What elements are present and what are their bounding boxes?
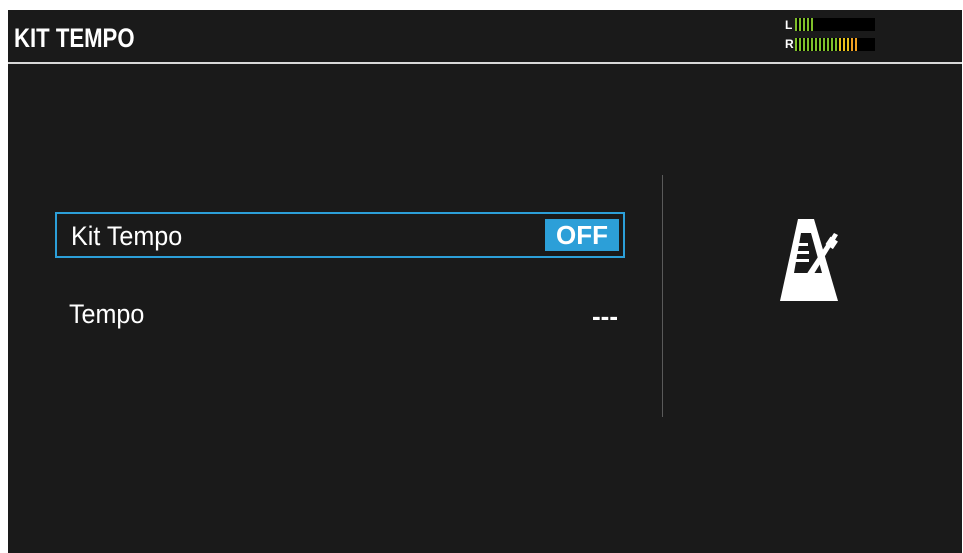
metronome-icon	[780, 219, 838, 301]
param-row-kit-tempo[interactable]: Kit Tempo OFF	[55, 212, 625, 258]
meter-right-segment	[831, 38, 833, 51]
param-label: Tempo	[69, 299, 145, 329]
meter-left-segment	[811, 18, 813, 31]
meter-left-track	[795, 18, 875, 31]
meter-right-segment	[847, 38, 849, 51]
meter-left-label: L	[785, 18, 793, 32]
meter-left-segment	[799, 18, 801, 31]
meter-right-segment	[795, 38, 797, 51]
meter-right-segment	[839, 38, 841, 51]
meter-right-segment	[799, 38, 801, 51]
meter-right-track	[795, 38, 875, 51]
meter-right-segment	[807, 38, 809, 51]
param-row-tempo[interactable]: Tempo ---	[55, 292, 625, 338]
meter-right-segment	[823, 38, 825, 51]
meter-left-segment	[803, 18, 805, 31]
meter-right-segment	[811, 38, 813, 51]
meter-left-segment	[795, 18, 797, 31]
meter-right-segment	[851, 38, 853, 51]
divider	[662, 175, 663, 417]
page-title: KIT TEMPO	[14, 23, 135, 53]
meter-right-segment	[855, 38, 857, 51]
header-bar: KIT TEMPO L R	[8, 10, 962, 64]
meter-right-label: R	[785, 37, 794, 51]
meter-right-segment	[815, 38, 817, 51]
meter-left-segment	[807, 18, 809, 31]
param-value-kit-tempo[interactable]: OFF	[545, 219, 619, 251]
level-meter: L R	[785, 18, 875, 54]
meter-right-segment	[827, 38, 829, 51]
meter-right-segment	[819, 38, 821, 51]
param-value-tempo[interactable]: ---	[589, 300, 621, 332]
meter-right-segment	[835, 38, 837, 51]
meter-right-segment	[803, 38, 805, 51]
kit-tempo-screen: KIT TEMPO L R Kit Tempo OFF Tempo ---	[8, 10, 962, 553]
param-label: Kit Tempo	[71, 221, 183, 251]
meter-right-segment	[843, 38, 845, 51]
